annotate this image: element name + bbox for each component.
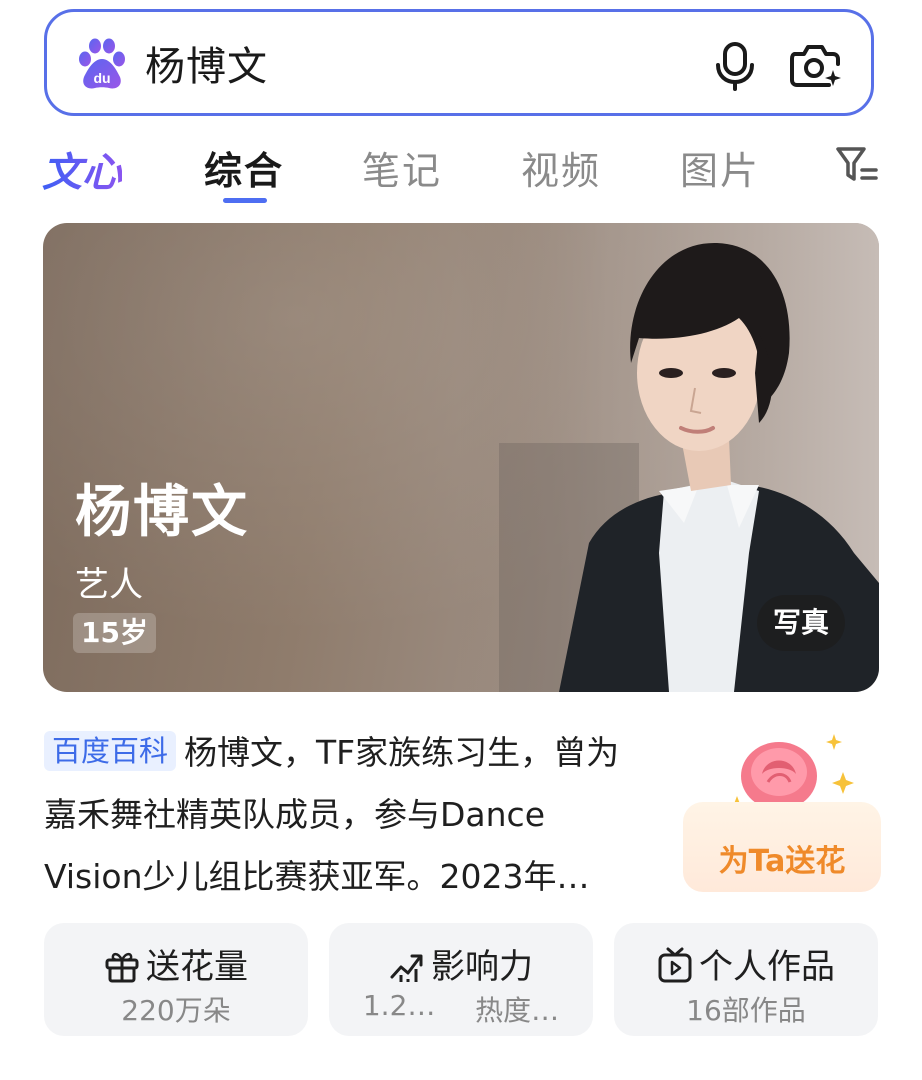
svg-text:du: du [93,70,110,86]
artist-role: 艺人 [75,565,143,605]
baike-source-tag[interactable]: 百度百科 [44,731,177,771]
influence-value: 1.2… [362,989,436,1022]
microphone-icon[interactable] [715,41,755,91]
baidu-paw-logo-icon: du [79,38,125,89]
artist-name: 杨博文 [75,480,249,545]
camera-search-icon[interactable] [789,42,841,88]
filter-icon[interactable] [834,144,880,186]
search-input[interactable]: 杨博文 [145,34,268,92]
trend-chart-icon [390,954,423,982]
stat-title-works: 个人作品 [614,939,878,988]
stat-title-flowers: 送花量 [44,939,308,988]
send-flower-label: 为Ta送花 [718,844,846,879]
gift-icon [105,952,139,983]
artist-age-badge: 15岁 [73,613,156,653]
stat-value-works: 16部作品 [686,994,806,1027]
search-bar[interactable]: du 杨博文 [44,9,874,116]
tab-comprehensive[interactable]: 综合 [204,140,284,195]
stat-card-works[interactable]: 个人作品 16部作品 [614,923,878,1036]
video-play-icon [658,947,692,983]
tab-images[interactable]: 图片 [680,140,760,195]
stat-title-influence: 影响力 [329,939,593,988]
stat-value-influence: 1.2… 热度… [329,989,593,1029]
send-flower-button[interactable]: 为Ta送花 [683,802,881,892]
stat-value-flowers: 220万朵 [121,994,231,1027]
wenxin-brand-tab[interactable]: 文心 [42,140,122,198]
photos-button[interactable]: 写真 [756,595,845,651]
tab-notes[interactable]: 笔记 [362,140,442,195]
tab-videos[interactable]: 视频 [521,140,601,195]
active-tab-indicator [223,198,267,203]
stat-card-flowers[interactable]: 送花量 220万朵 [44,923,308,1036]
search-tabs: 文心 综合 笔记 视频 图片 [0,130,922,210]
stat-card-influence[interactable]: 影响力 1.2… 热度… [329,923,593,1036]
artist-hero-card[interactable]: 杨博文 艺人 15岁 写真 [43,223,879,692]
popularity-value: 热度… [475,994,560,1027]
baike-summary[interactable]: 百度百科 杨博文，TF家族练习生，曾为嘉禾舞社精英队成员，参与Dance Visi… [44,722,644,908]
